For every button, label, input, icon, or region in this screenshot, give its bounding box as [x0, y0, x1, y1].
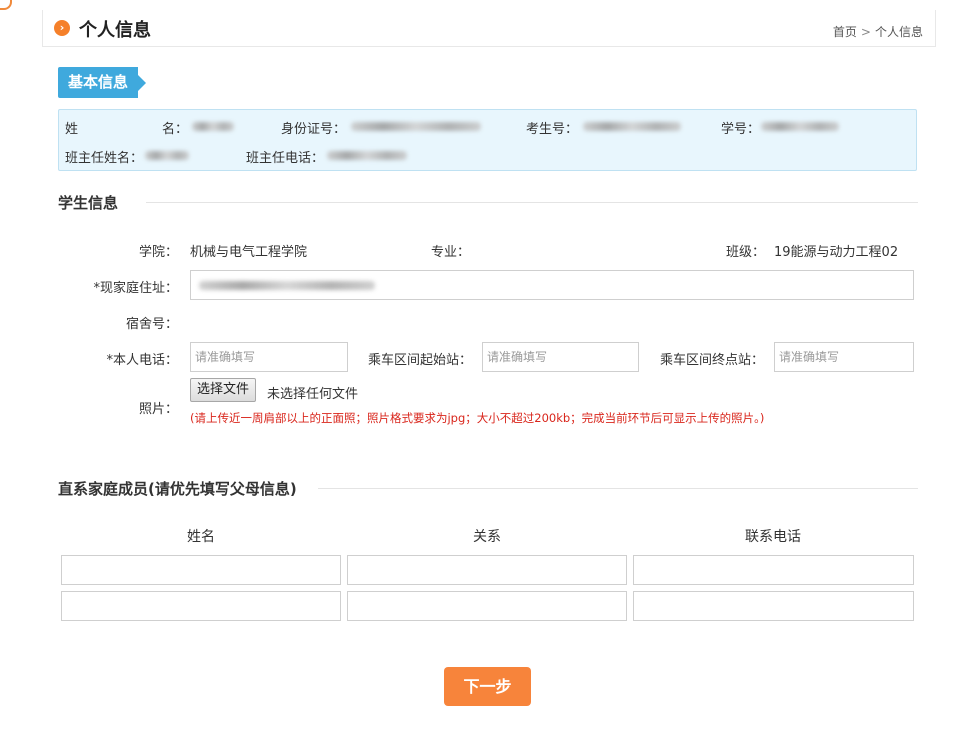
start-station-input[interactable]	[482, 342, 639, 372]
teacher-phone-value-redacted	[327, 151, 407, 160]
section-divider	[318, 488, 918, 489]
teacher-name-value-redacted	[145, 151, 189, 160]
start-station-label: 乘车区间起始站：	[367, 353, 472, 368]
phone-input[interactable]	[190, 342, 348, 372]
address-label: *现家庭住址：	[93, 281, 178, 296]
id-number-label: 身份证号：	[281, 122, 347, 137]
column-header-phone: 联系电话	[745, 529, 801, 545]
chevron-right-icon: ›	[54, 20, 70, 36]
college-value: 机械与电气工程学院	[190, 245, 308, 260]
name-label-b: 名：	[162, 122, 189, 137]
breadcrumb-current: 个人信息	[874, 25, 923, 39]
family-relation-input[interactable]	[347, 555, 627, 585]
family-phone-input[interactable]	[633, 555, 914, 585]
page-title: 个人信息	[79, 20, 151, 41]
student-number-value-redacted	[761, 122, 839, 131]
family-section-title: 直系家庭成员(请优先填写父母信息)	[58, 480, 297, 498]
corner-decoration	[0, 0, 12, 10]
breadcrumb: 首页 > 个人信息	[833, 23, 923, 40]
column-header-relation: 关系	[473, 529, 501, 545]
family-phone-input[interactable]	[633, 591, 914, 621]
dorm-label: 宿舍号：	[125, 317, 178, 332]
section-divider	[146, 202, 918, 203]
family-name-input[interactable]	[61, 555, 341, 585]
choose-file-button[interactable]: 选择文件	[190, 378, 257, 402]
college-label: 学院：	[138, 245, 178, 260]
photo-hint: (请上传近一周肩部以上的正面照；照片格式要求为jpg；大小不超过200kb；完成…	[190, 411, 765, 425]
address-input[interactable]	[190, 270, 914, 300]
student-info-title: 学生信息	[58, 194, 119, 212]
photo-label: 照片：	[138, 402, 178, 417]
teacher-phone-label: 班主任电话：	[246, 151, 325, 166]
major-label: 专业：	[430, 245, 470, 260]
breadcrumb-separator: >	[860, 25, 871, 39]
class-label: 班级：	[725, 245, 765, 260]
basic-info-panel: 姓 名： 身份证号： 考生号： 学号： 班主任姓名： 班主任电话：	[58, 109, 917, 171]
breadcrumb-home-link[interactable]: 首页	[833, 23, 857, 40]
end-station-input[interactable]	[774, 342, 914, 372]
exam-number-label: 考生号：	[526, 122, 579, 137]
column-header-name: 姓名	[187, 529, 215, 545]
name-label-a: 姓	[65, 122, 79, 137]
phone-label: *本人电话：	[106, 353, 178, 368]
family-name-input[interactable]	[61, 591, 341, 621]
next-step-button[interactable]: 下一步	[444, 667, 531, 706]
basic-info-tag: 基本信息	[58, 67, 146, 98]
class-value: 19能源与动力工程02	[774, 245, 899, 260]
family-relation-input[interactable]	[347, 591, 627, 621]
exam-number-value-redacted	[583, 122, 681, 131]
student-number-label: 学号：	[721, 122, 761, 137]
name-value-redacted	[192, 122, 234, 131]
page-header: › 个人信息 首页 > 个人信息	[42, 10, 936, 47]
id-number-value-redacted	[351, 122, 481, 131]
file-status-text: 未选择任何文件	[267, 387, 359, 402]
address-value-redacted	[199, 281, 375, 290]
end-station-label: 乘车区间终点站：	[659, 353, 764, 368]
teacher-name-label: 班主任姓名：	[65, 151, 144, 166]
